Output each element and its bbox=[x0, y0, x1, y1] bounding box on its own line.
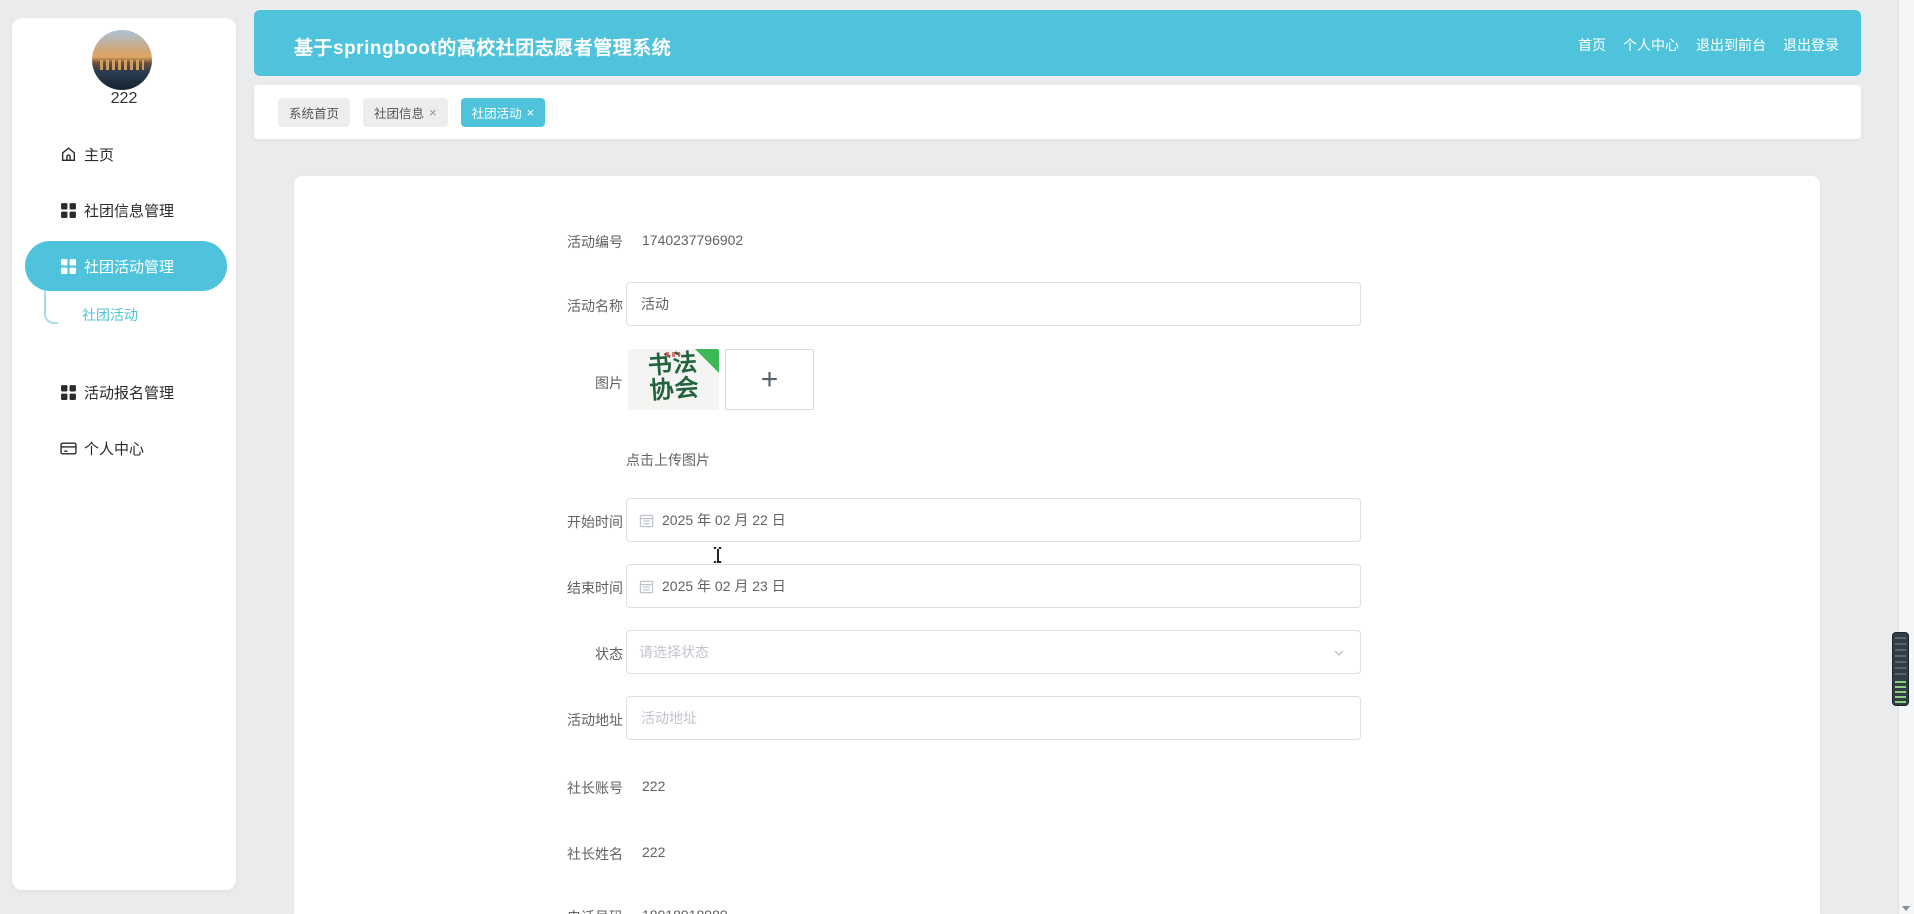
scrollbar-track[interactable] bbox=[1898, 0, 1914, 914]
calendar-icon bbox=[639, 513, 654, 528]
scroll-minimap-widget[interactable] bbox=[1892, 632, 1909, 706]
field-label: 开始时间 bbox=[567, 514, 623, 530]
tab-club-info[interactable]: 社团信息 × bbox=[363, 97, 448, 127]
home-icon bbox=[60, 146, 77, 163]
chevron-down-icon bbox=[1332, 646, 1346, 660]
tab-label: 社团活动 bbox=[471, 106, 522, 121]
activity-id-value: 1740237796902 bbox=[642, 232, 744, 248]
tab-club-activity[interactable]: 社团活动 × bbox=[460, 97, 546, 127]
sidebar-item-label: 活动报名管理 bbox=[84, 384, 175, 402]
nav-link-logout[interactable]: 退出登录 bbox=[1783, 35, 1839, 55]
leader-account-value: 222 bbox=[642, 778, 666, 794]
grid-icon bbox=[60, 258, 77, 275]
uploaded-image-thumbnail[interactable]: 书法 协会 bbox=[628, 349, 719, 410]
avatar[interactable] bbox=[92, 30, 152, 90]
field-label: 活动地址 bbox=[567, 712, 623, 728]
field-label: 状态 bbox=[595, 646, 623, 662]
sidebar-item-label: 社团信息管理 bbox=[84, 202, 175, 220]
page-title: 基于springboot的高校社团志愿者管理系统 bbox=[294, 38, 672, 59]
sidebar-item-home[interactable]: 主页 bbox=[12, 136, 236, 172]
status-select[interactable]: 请选择状态 bbox=[626, 630, 1361, 674]
sidebar-username: 222 bbox=[110, 90, 138, 107]
tab-label: 社团信息 bbox=[374, 106, 425, 121]
sidebar-subitem-club-activity[interactable]: 社团活动 bbox=[82, 305, 138, 325]
activity-name-input[interactable] bbox=[626, 282, 1361, 326]
end-time-datepicker[interactable]: 2025 年 02 月 23 日 bbox=[626, 564, 1361, 608]
field-label: 活动名称 bbox=[567, 298, 623, 314]
tab-bar: 系统首页 社团信息 × 社团活动 × bbox=[254, 85, 1861, 139]
field-label: 结束时间 bbox=[567, 580, 623, 596]
nav-link-profile[interactable]: 个人中心 bbox=[1623, 35, 1679, 55]
grid-icon bbox=[60, 384, 77, 401]
address-input[interactable] bbox=[626, 696, 1361, 740]
upload-hint: 点击上传图片 bbox=[626, 452, 710, 468]
minimap-green-stripes bbox=[1895, 681, 1906, 703]
end-time-value: 2025 年 02 月 23 日 bbox=[662, 578, 786, 594]
tab-system-home[interactable]: 系统首页 bbox=[278, 97, 351, 127]
close-icon[interactable]: × bbox=[527, 106, 535, 119]
scrollbar-down-arrow-icon[interactable] bbox=[1902, 906, 1910, 911]
sidebar-item-club-info[interactable]: 社团信息管理 bbox=[12, 192, 236, 228]
thumbnail-corner-badge bbox=[695, 349, 719, 373]
nav-link-home[interactable]: 首页 bbox=[1578, 35, 1606, 55]
nav-link-exit-frontend[interactable]: 退出到前台 bbox=[1696, 35, 1766, 55]
start-time-value: 2025 年 02 月 22 日 bbox=[662, 512, 786, 528]
sidebar-item-label: 主页 bbox=[84, 146, 115, 164]
sidebar: 222 主页 社团信息管理 社团活动管理 社团活动 活动报名管理 个人中心 bbox=[12, 18, 236, 890]
sidebar-item-label: 社团活动管理 bbox=[84, 258, 175, 276]
sidebar-item-signup-mgmt[interactable]: 活动报名管理 bbox=[12, 374, 236, 410]
sidebar-item-club-activity-mgmt[interactable]: 社团活动管理 bbox=[25, 241, 227, 291]
sidebar-item-profile[interactable]: 个人中心 bbox=[12, 430, 236, 466]
form-card: 活动编号 1740237796902 活动名称 图片 书法 协会 + 点击上传图… bbox=[294, 176, 1820, 914]
header: 基于springboot的高校社团志愿者管理系统 首页 个人中心 退出到前台 退… bbox=[254, 10, 1861, 76]
field-label: 电话号码 bbox=[294, 907, 623, 914]
field-label: 活动编号 bbox=[567, 234, 623, 250]
field-label: 社长姓名 bbox=[567, 846, 623, 862]
field-label: 图片 bbox=[595, 375, 623, 391]
submenu-connector-line bbox=[44, 290, 58, 324]
plus-icon: + bbox=[760, 362, 779, 396]
calendar-icon bbox=[639, 579, 654, 594]
sidebar-item-label: 个人中心 bbox=[84, 440, 145, 458]
grid-icon bbox=[60, 202, 77, 219]
text-cursor-base bbox=[713, 561, 722, 563]
leader-name-value: 222 bbox=[642, 844, 666, 860]
status-placeholder: 请选择状态 bbox=[639, 644, 709, 660]
start-time-datepicker[interactable]: 2025 年 02 月 22 日 bbox=[626, 498, 1361, 542]
phone-value: 18918918989 bbox=[642, 907, 728, 914]
tab-label: 系统首页 bbox=[289, 106, 340, 121]
minimap-stripes bbox=[1895, 637, 1906, 679]
thumbnail-seal-marks bbox=[666, 352, 680, 357]
upload-image-button[interactable]: + bbox=[725, 349, 814, 410]
close-icon[interactable]: × bbox=[429, 106, 437, 119]
field-label: 社长账号 bbox=[567, 780, 623, 796]
card-icon bbox=[60, 440, 77, 457]
header-nav: 首页 个人中心 退出到前台 退出登录 bbox=[1578, 35, 1839, 55]
